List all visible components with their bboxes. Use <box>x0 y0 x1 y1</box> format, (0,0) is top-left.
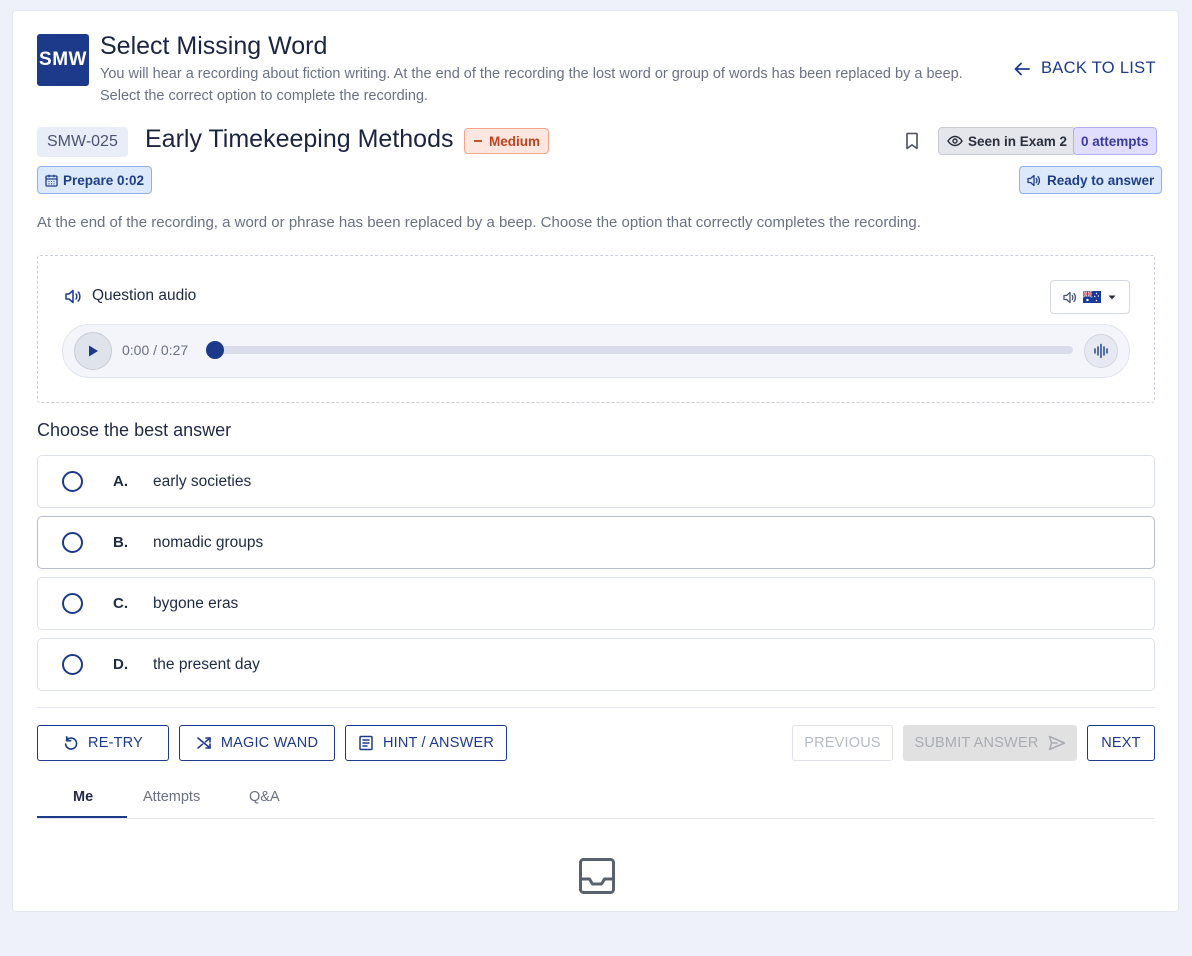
speaker-icon <box>1063 291 1076 303</box>
speaker-icon <box>1027 174 1040 186</box>
magic-wand-label: MAGIC WAND <box>220 735 319 751</box>
prepare-label: Prepare 0:02 <box>63 172 145 188</box>
send-icon <box>1048 735 1065 751</box>
radio-button[interactable] <box>62 593 83 614</box>
australia-flag-icon <box>1083 291 1101 303</box>
tabs-divider <box>37 818 1155 819</box>
audio-player: 0:00 / 0:27 <box>62 324 1130 378</box>
option-letter: B. <box>113 534 128 551</box>
previous-label: PREVIOUS <box>804 735 881 751</box>
accent-select[interactable] <box>1050 280 1130 314</box>
difficulty-badge: Medium <box>464 128 550 154</box>
play-icon <box>89 345 98 357</box>
document-icon <box>359 735 373 751</box>
option-text: nomadic groups <box>153 533 264 551</box>
tab-attempts[interactable]: Attempts <box>143 789 200 805</box>
option-letter: C. <box>113 595 128 612</box>
previous-button[interactable]: PREVIOUS <box>792 725 893 761</box>
audio-heading: Question audio <box>65 287 196 305</box>
app-logo: SMW <box>37 34 89 86</box>
prepare-timer-badge: Prepare 0:02 <box>37 166 153 194</box>
next-label: NEXT <box>1101 735 1141 751</box>
retry-icon <box>64 736 78 750</box>
logo-text: SMW <box>39 49 87 70</box>
retry-label: RE-TRY <box>88 735 143 751</box>
back-to-list-button[interactable]: BACK TO LIST <box>1013 59 1156 78</box>
calendar-icon <box>45 174 58 187</box>
eye-icon <box>947 135 963 147</box>
status-badge: Ready to answer <box>1019 166 1163 194</box>
seen-label: Seen in Exam 2 <box>968 133 1068 149</box>
option-letter: D. <box>113 656 128 673</box>
question-title: Early Timekeeping Methods <box>145 125 454 153</box>
radio-button[interactable] <box>62 471 83 492</box>
radio-button[interactable] <box>62 532 83 553</box>
audio-progress-track[interactable] <box>209 346 1073 354</box>
answer-option-c[interactable]: C. bygone eras <box>37 577 1155 630</box>
caret-down-icon <box>1108 295 1116 300</box>
difficulty-label: Medium <box>489 133 541 149</box>
audio-time: 0:00 / 0:27 <box>122 342 189 358</box>
option-text: bygone eras <box>153 594 239 612</box>
divider <box>37 707 1155 708</box>
speaker-icon <box>65 289 81 303</box>
question-card: SMW Select Missing Word You will hear a … <box>12 10 1179 912</box>
minus-icon <box>474 140 482 142</box>
option-text: the present day <box>153 655 260 673</box>
seen-in-exam-badge: Seen in Exam 2 <box>938 127 1077 155</box>
tab-qa[interactable]: Q&A <box>249 789 280 805</box>
audio-label: Question audio <box>92 287 197 304</box>
submit-answer-button[interactable]: SUBMIT ANSWER <box>903 725 1077 761</box>
answers-heading: Choose the best answer <box>37 420 232 440</box>
page-title: Select Missing Word <box>100 32 328 60</box>
next-button[interactable]: NEXT <box>1087 725 1155 761</box>
hint-answer-button[interactable]: HINT / ANSWER <box>345 725 507 761</box>
attempts-badge: 0 attempts <box>1073 127 1157 155</box>
submit-label: SUBMIT ANSWER <box>914 735 1039 751</box>
retry-button[interactable]: RE-TRY <box>37 725 169 761</box>
tab-me[interactable]: Me <box>73 789 93 805</box>
question-code: SMW-025 <box>37 127 128 157</box>
option-letter: A. <box>113 473 128 490</box>
magic-wand-button[interactable]: MAGIC WAND <box>179 725 335 761</box>
audio-section: Question audio 0:00 / 0:27 <box>37 255 1155 403</box>
answer-option-a[interactable]: A. early societies <box>37 455 1155 508</box>
answer-option-d[interactable]: D. the present day <box>37 638 1155 691</box>
shuffle-icon <box>197 737 211 749</box>
option-text: early societies <box>153 472 252 490</box>
radio-button[interactable] <box>62 654 83 675</box>
arrow-left-icon <box>1014 62 1030 75</box>
status-label: Ready to answer <box>1047 172 1155 188</box>
audio-progress-knob[interactable] <box>206 341 224 359</box>
waveform-icon <box>1094 343 1108 359</box>
bookmark-icon[interactable] <box>904 132 920 155</box>
active-tab-indicator <box>37 816 127 818</box>
answer-option-b[interactable]: B. nomadic groups <box>37 516 1155 569</box>
inbox-empty-icon <box>578 857 616 900</box>
question-instruction: At the end of the recording, a word or p… <box>37 214 921 231</box>
waveform-button[interactable] <box>1084 334 1118 368</box>
page-subtitle: You will hear a recording about fiction … <box>100 66 963 104</box>
back-to-list-label: BACK TO LIST <box>1041 59 1156 77</box>
play-button[interactable] <box>74 332 112 370</box>
hint-answer-label: HINT / ANSWER <box>382 735 495 751</box>
